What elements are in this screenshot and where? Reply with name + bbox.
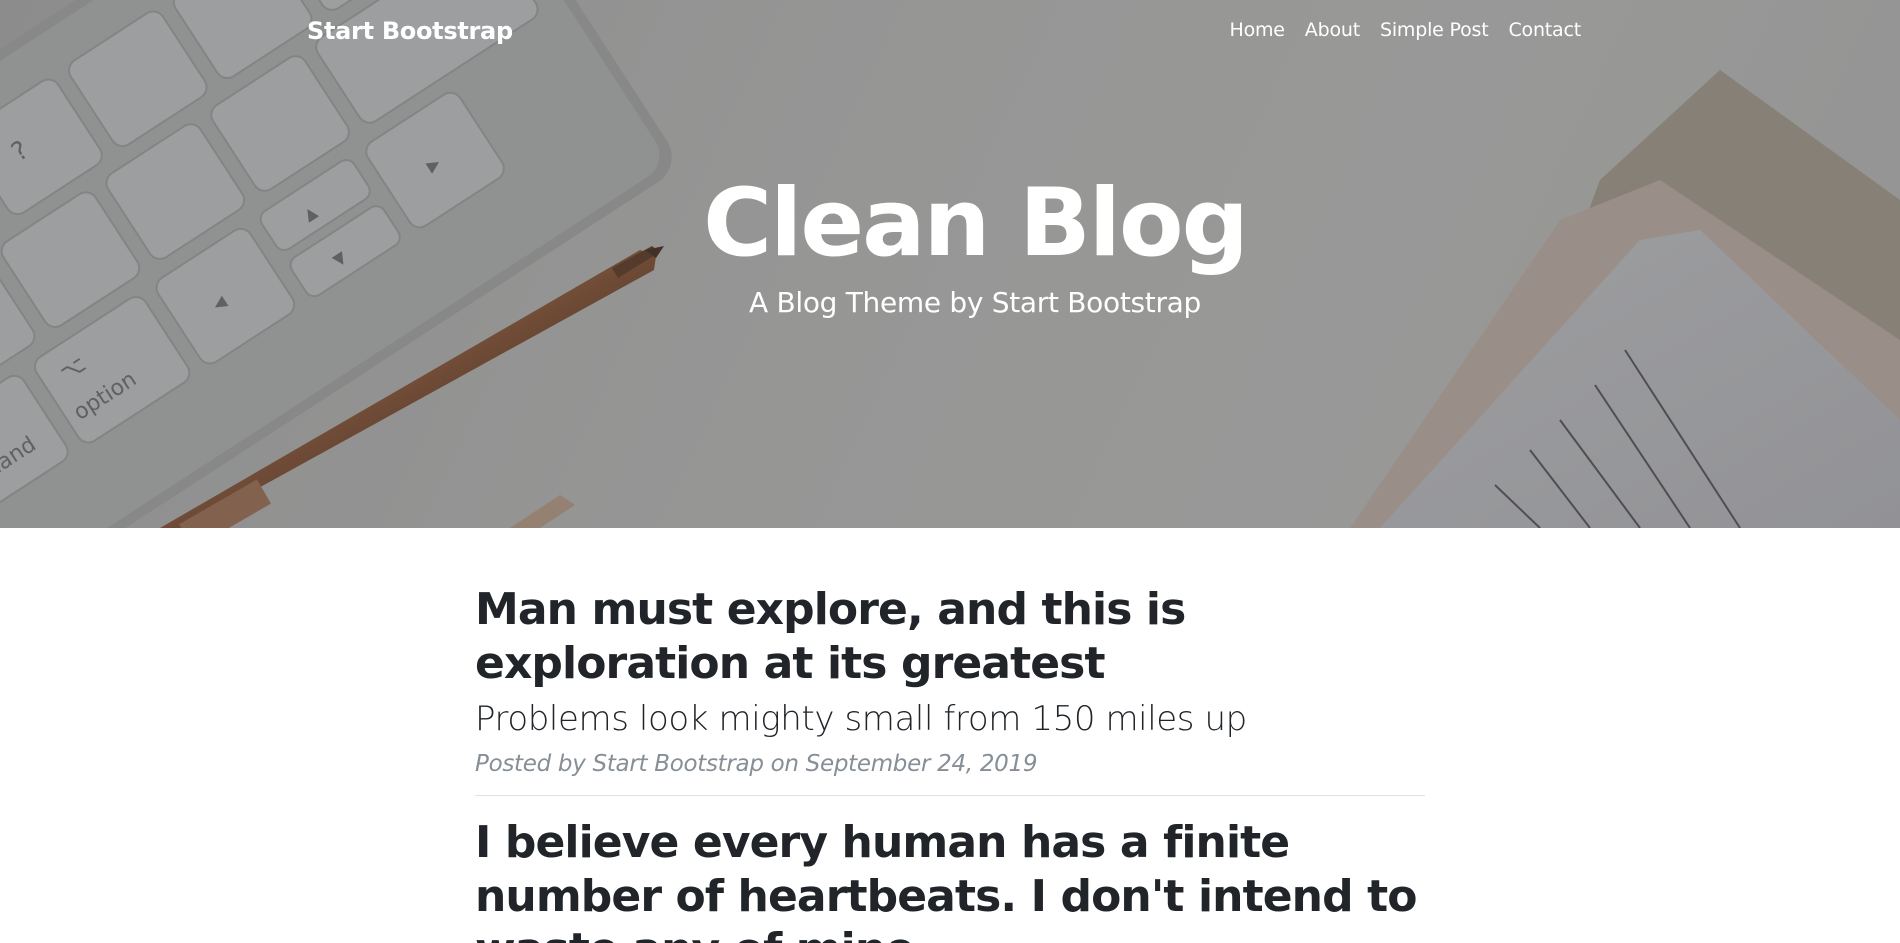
main-nav: Home About Simple Post Contact [1229,19,1581,41]
site-heading: Clean Blog A Blog Theme by Start Bootstr… [0,169,1900,320]
post-meta: Posted by Start Bootstrap on September 2… [475,750,1038,777]
nav-home[interactable]: Home [1229,19,1285,41]
post-preview-link[interactable]: Man must explore, and this is exploratio… [475,583,1425,741]
nav-simple-post[interactable]: Simple Post [1380,19,1489,41]
site-subtitle: A Blog Theme by Start Bootstrap [748,286,1202,320]
nav-contact[interactable]: Contact [1508,19,1581,41]
post-title: Man must explore, and this is exploratio… [475,584,1186,689]
brand-link[interactable]: Start Bootstrap [307,17,513,45]
nav-about[interactable]: About [1305,19,1360,41]
post-divider [475,794,1425,796]
post-subtitle: Problems look mighty small from 150 mile… [475,699,1247,740]
post-title: I believe every human has a finite numbe… [475,816,1417,943]
post-preview-link[interactable]: I believe every human has a finite numbe… [475,816,1425,943]
site-title: Clean Blog [703,169,1249,278]
post-list: Man must explore, and this is exploratio… [475,583,1425,943]
masthead: L ? > < option command ⌘ ⌥ ▲ ▼ ◀ ▶ [0,0,1900,528]
